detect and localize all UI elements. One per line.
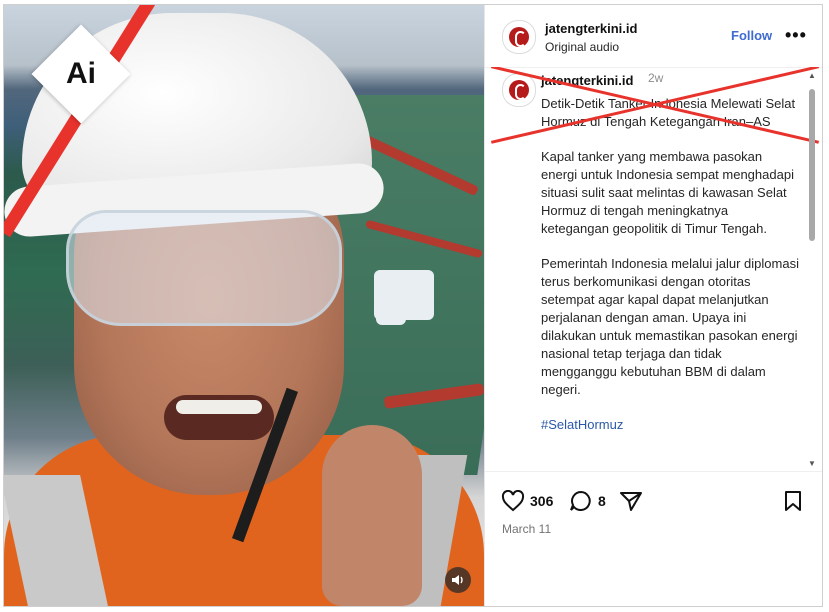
action-bar: 306 8 March 11 — [485, 471, 822, 606]
post-header: jatengterkini.id Original audio Follow •… — [485, 5, 822, 68]
comment-icon — [570, 490, 591, 511]
send-icon — [620, 492, 642, 511]
brand-logo-icon — [509, 27, 529, 47]
brand-logo-icon — [509, 80, 529, 100]
caption-text: Detik-Detik Tanker Indonesia Melewati Se… — [541, 95, 799, 451]
time-ago: 2w — [648, 71, 664, 85]
caption-scrollbar[interactable]: ▲ ▼ — [808, 71, 816, 469]
caption-area: jatengterkini.id 2w Detik-Detik Tanker I… — [485, 67, 822, 471]
post-video[interactable]: Ai — [4, 5, 484, 606]
avatar[interactable] — [502, 73, 536, 107]
heart-icon — [501, 490, 525, 512]
caption-paragraph: Kapal tanker yang membawa pasokan energi… — [541, 149, 794, 236]
teeth — [176, 400, 262, 414]
comment-button[interactable]: 8 — [569, 490, 606, 512]
deck-tank — [376, 295, 406, 325]
thumbs-up-hand — [322, 425, 422, 606]
comment-count: 8 — [598, 493, 606, 509]
more-options-icon[interactable]: ••• — [785, 25, 807, 46]
avatar[interactable] — [502, 20, 536, 54]
post-side-panel: jatengterkini.id Original audio Follow •… — [484, 5, 822, 606]
ai-badge-text: Ai — [66, 57, 96, 90]
caption-paragraph: Pemerintah Indonesia melalui jalur diplo… — [541, 256, 799, 397]
like-button[interactable]: 306 — [501, 490, 553, 512]
hashtag-link[interactable]: #SelatHormuz — [541, 416, 799, 434]
speaker-icon-graphic — [452, 575, 463, 585]
scroll-down-arrow-icon[interactable]: ▼ — [808, 459, 816, 468]
save-button[interactable] — [783, 490, 803, 512]
audio-label[interactable]: Original audio — [545, 40, 619, 54]
username[interactable]: jatengterkini.id — [545, 21, 637, 36]
scrollbar-thumb[interactable] — [809, 89, 815, 241]
post-date[interactable]: March 11 — [502, 522, 551, 536]
safety-goggles — [66, 210, 342, 326]
bookmark-icon — [785, 491, 801, 511]
speaker-icon[interactable] — [445, 567, 471, 593]
scroll-up-arrow-icon[interactable]: ▲ — [808, 71, 816, 80]
instagram-post: Ai jatengterkini.id Original audio Follo… — [3, 4, 823, 607]
like-count: 306 — [530, 493, 554, 509]
follow-button[interactable]: Follow — [731, 28, 772, 43]
share-button[interactable] — [619, 490, 643, 512]
